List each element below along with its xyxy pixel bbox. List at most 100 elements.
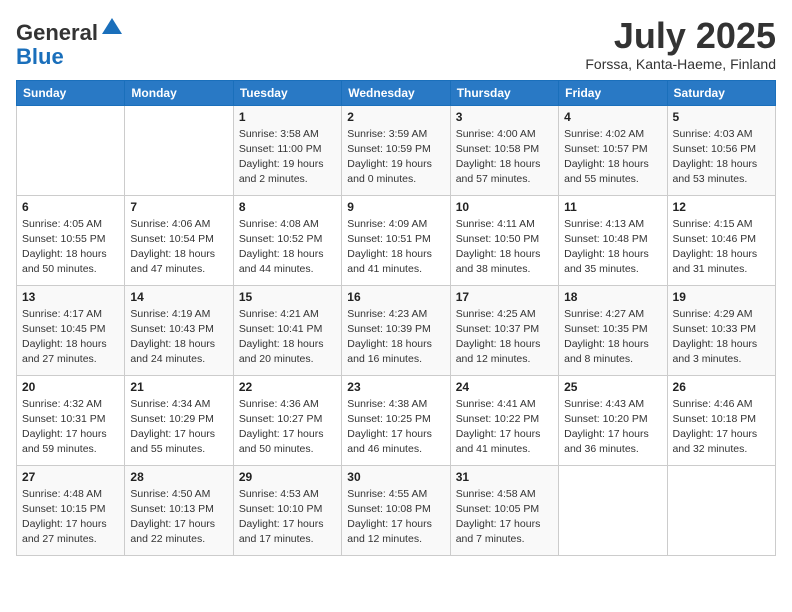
day-number: 28 [130, 470, 227, 484]
day-cell: 8 Sunrise: 4:08 AMSunset: 10:52 PMDayligh… [233, 195, 341, 285]
day-cell: 13Sunrise: 4:17 AMSunset: 10:45 PMDaylig… [17, 285, 125, 375]
day-info: Sunrise: 4:32 AMSunset: 10:31 PMDaylight… [22, 397, 119, 458]
day-number: 19 [673, 290, 770, 304]
logo-blue: Blue [16, 44, 64, 69]
day-info: Sunrise: 4:58 AMSunset: 10:05 PMDaylight… [456, 487, 553, 548]
day-number: 24 [456, 380, 553, 394]
day-info: Sunrise: 4:21 AMSunset: 10:41 PMDaylight… [239, 307, 336, 368]
month-title: July 2025 [585, 16, 776, 56]
day-cell: 12 Sunrise: 4:15 AMSunset: 10:46 PMDaylig… [667, 195, 775, 285]
day-cell [667, 465, 775, 555]
col-header-sunday: Sunday [17, 80, 125, 105]
col-header-friday: Friday [559, 80, 667, 105]
day-info: Sunrise: 4:19 AMSunset: 10:43 PMDaylight… [130, 307, 227, 368]
day-number: 10 [456, 200, 553, 214]
day-cell: 2Sunrise: 3:59 AMSunset: 10:59 PMDayligh… [342, 105, 450, 195]
logo-general: General [16, 20, 98, 45]
page-header: General Blue July 2025 Forssa, Kanta-Hae… [16, 16, 776, 72]
week-row-5: 27Sunrise: 4:48 AMSunset: 10:15 PMDaylig… [17, 465, 776, 555]
day-cell: 11 Sunrise: 4:13 AMSunset: 10:48 PMDaylig… [559, 195, 667, 285]
day-info: Sunrise: 4:41 AMSunset: 10:22 PMDaylight… [456, 397, 553, 458]
day-info: Sunrise: 4:09 AMSunset: 10:51 PMDaylight… [347, 217, 444, 278]
day-cell: 16 Sunrise: 4:23 AMSunset: 10:39 PMDaylig… [342, 285, 450, 375]
day-cell: 17 Sunrise: 4:25 AMSunset: 10:37 PMDaylig… [450, 285, 558, 375]
day-number: 21 [130, 380, 227, 394]
day-cell [125, 105, 233, 195]
week-row-3: 13Sunrise: 4:17 AMSunset: 10:45 PMDaylig… [17, 285, 776, 375]
day-info: Sunrise: 4:43 AMSunset: 10:20 PMDaylight… [564, 397, 661, 458]
day-info: Sunrise: 4:23 AMSunset: 10:39 PMDaylight… [347, 307, 444, 368]
day-cell: 29Sunrise: 4:53 AMSunset: 10:10 PMDaylig… [233, 465, 341, 555]
day-number: 15 [239, 290, 336, 304]
day-cell [17, 105, 125, 195]
day-cell: 10 Sunrise: 4:11 AMSunset: 10:50 PMDaylig… [450, 195, 558, 285]
day-number: 12 [673, 200, 770, 214]
day-info: Sunrise: 4:53 AMSunset: 10:10 PMDaylight… [239, 487, 336, 548]
logo-icon [100, 16, 124, 40]
day-cell: 3Sunrise: 4:00 AMSunset: 10:58 PMDayligh… [450, 105, 558, 195]
day-cell: 15 Sunrise: 4:21 AMSunset: 10:41 PMDaylig… [233, 285, 341, 375]
day-number: 20 [22, 380, 119, 394]
week-row-1: 1 Sunrise: 3:58 AMSunset: 11:00 PMDayligh… [17, 105, 776, 195]
day-cell: 28 Sunrise: 4:50 AMSunset: 10:13 PMDaylig… [125, 465, 233, 555]
day-number: 18 [564, 290, 661, 304]
logo: General Blue [16, 16, 124, 69]
day-info: Sunrise: 4:00 AMSunset: 10:58 PMDaylight… [456, 127, 553, 188]
day-cell: 23Sunrise: 4:38 AMSunset: 10:25 PMDaylig… [342, 375, 450, 465]
day-info: Sunrise: 4:25 AMSunset: 10:37 PMDaylight… [456, 307, 553, 368]
day-number: 8 [239, 200, 336, 214]
day-number: 6 [22, 200, 119, 214]
day-number: 7 [130, 200, 227, 214]
day-cell: 31 Sunrise: 4:58 AMSunset: 10:05 PMDaylig… [450, 465, 558, 555]
day-cell: 27Sunrise: 4:48 AMSunset: 10:15 PMDaylig… [17, 465, 125, 555]
day-cell: 7Sunrise: 4:06 AMSunset: 10:54 PMDayligh… [125, 195, 233, 285]
day-number: 13 [22, 290, 119, 304]
day-cell: 24 Sunrise: 4:41 AMSunset: 10:22 PMDaylig… [450, 375, 558, 465]
day-number: 1 [239, 110, 336, 124]
col-header-saturday: Saturday [667, 80, 775, 105]
col-header-wednesday: Wednesday [342, 80, 450, 105]
day-info: Sunrise: 4:38 AMSunset: 10:25 PMDaylight… [347, 397, 444, 458]
day-cell: 18 Sunrise: 4:27 AMSunset: 10:35 PMDaylig… [559, 285, 667, 375]
week-row-4: 20 Sunrise: 4:32 AMSunset: 10:31 PMDaylig… [17, 375, 776, 465]
location-subtitle: Forssa, Kanta-Haeme, Finland [585, 56, 776, 72]
col-header-thursday: Thursday [450, 80, 558, 105]
day-info: Sunrise: 4:50 AMSunset: 10:13 PMDaylight… [130, 487, 227, 548]
day-cell: 19 Sunrise: 4:29 AMSunset: 10:33 PMDaylig… [667, 285, 775, 375]
day-info: Sunrise: 4:05 AMSunset: 10:55 PMDaylight… [22, 217, 119, 278]
day-info: Sunrise: 4:46 AMSunset: 10:18 PMDaylight… [673, 397, 770, 458]
day-cell: 22Sunrise: 4:36 AMSunset: 10:27 PMDaylig… [233, 375, 341, 465]
day-info: Sunrise: 4:55 AMSunset: 10:08 PMDaylight… [347, 487, 444, 548]
day-number: 9 [347, 200, 444, 214]
day-number: 2 [347, 110, 444, 124]
day-number: 16 [347, 290, 444, 304]
day-cell: 20 Sunrise: 4:32 AMSunset: 10:31 PMDaylig… [17, 375, 125, 465]
day-info: Sunrise: 4:08 AMSunset: 10:52 PMDaylight… [239, 217, 336, 278]
day-number: 5 [673, 110, 770, 124]
day-cell: 21Sunrise: 4:34 AMSunset: 10:29 PMDaylig… [125, 375, 233, 465]
day-info: Sunrise: 4:27 AMSunset: 10:35 PMDaylight… [564, 307, 661, 368]
day-cell: 25Sunrise: 4:43 AMSunset: 10:20 PMDaylig… [559, 375, 667, 465]
day-number: 4 [564, 110, 661, 124]
day-number: 26 [673, 380, 770, 394]
day-cell: 1 Sunrise: 3:58 AMSunset: 11:00 PMDayligh… [233, 105, 341, 195]
day-info: Sunrise: 4:29 AMSunset: 10:33 PMDaylight… [673, 307, 770, 368]
day-number: 30 [347, 470, 444, 484]
day-cell: 26 Sunrise: 4:46 AMSunset: 10:18 PMDaylig… [667, 375, 775, 465]
day-cell: 14Sunrise: 4:19 AMSunset: 10:43 PMDaylig… [125, 285, 233, 375]
day-info: Sunrise: 3:58 AMSunset: 11:00 PMDaylight… [239, 127, 336, 188]
day-info: Sunrise: 4:11 AMSunset: 10:50 PMDaylight… [456, 217, 553, 278]
calendar-table: SundayMondayTuesdayWednesdayThursdayFrid… [16, 80, 776, 556]
day-number: 22 [239, 380, 336, 394]
day-number: 11 [564, 200, 661, 214]
day-cell: 9 Sunrise: 4:09 AMSunset: 10:51 PMDayligh… [342, 195, 450, 285]
week-row-2: 6 Sunrise: 4:05 AMSunset: 10:55 PMDayligh… [17, 195, 776, 285]
day-info: Sunrise: 4:15 AMSunset: 10:46 PMDaylight… [673, 217, 770, 278]
day-cell: 4Sunrise: 4:02 AMSunset: 10:57 PMDayligh… [559, 105, 667, 195]
day-info: Sunrise: 4:13 AMSunset: 10:48 PMDaylight… [564, 217, 661, 278]
day-number: 31 [456, 470, 553, 484]
day-cell: 30 Sunrise: 4:55 AMSunset: 10:08 PMDaylig… [342, 465, 450, 555]
col-header-tuesday: Tuesday [233, 80, 341, 105]
day-number: 17 [456, 290, 553, 304]
header-row: SundayMondayTuesdayWednesdayThursdayFrid… [17, 80, 776, 105]
